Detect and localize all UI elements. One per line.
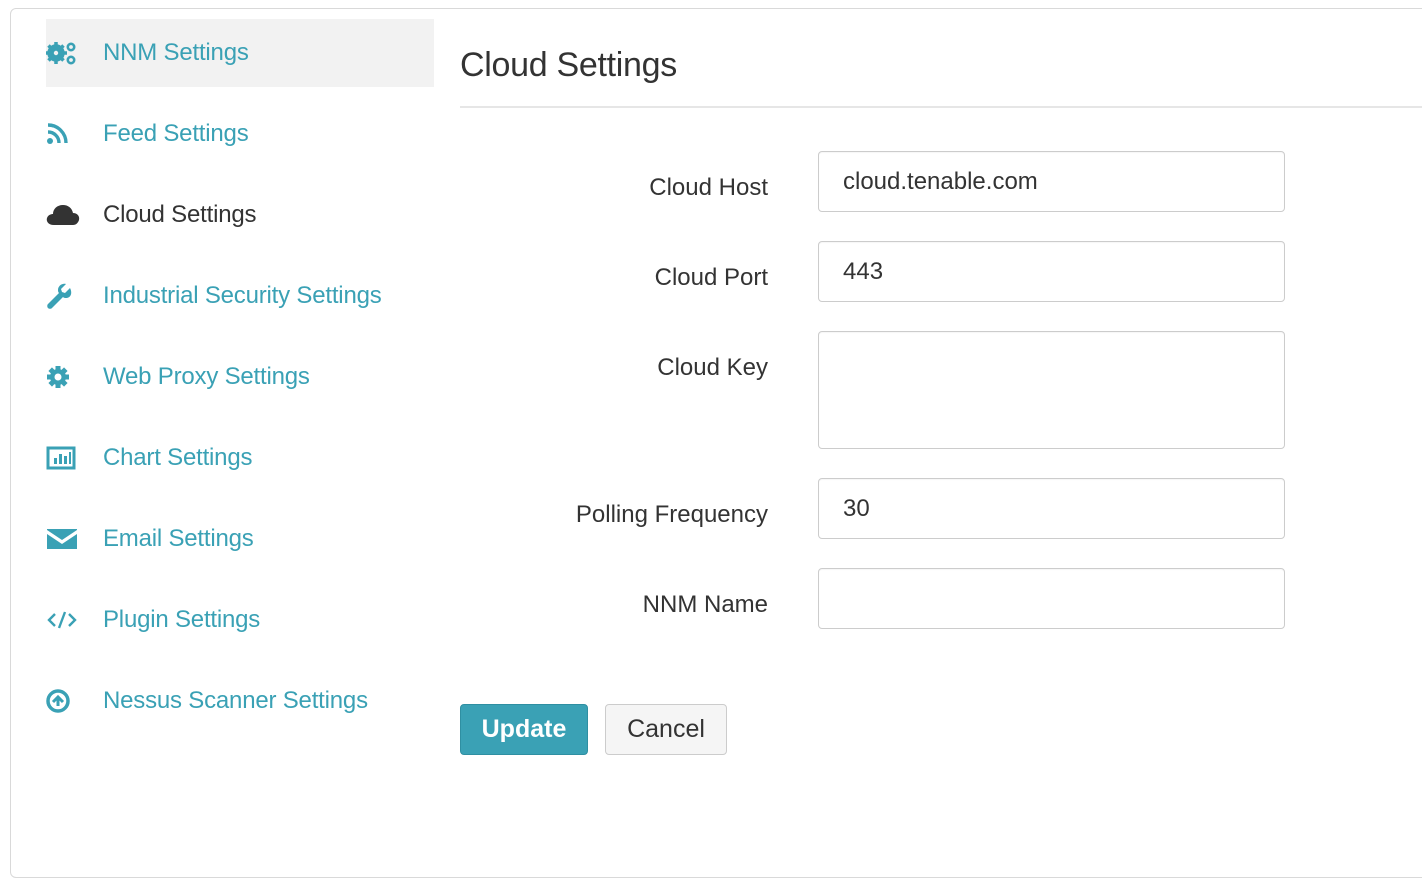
sidebar-item-industrial-security-settings[interactable]: Industrial Security Settings bbox=[46, 262, 434, 330]
sidebar-item-label: Industrial Security Settings bbox=[103, 282, 382, 309]
polling-frequency-input[interactable] bbox=[818, 478, 1285, 539]
sidebar-item-label: NNM Settings bbox=[103, 39, 249, 66]
sidebar-item-nessus-scanner-settings[interactable]: Nessus Scanner Settings bbox=[46, 667, 434, 735]
cloud-host-input[interactable] bbox=[818, 151, 1285, 212]
cloud-key-label: Cloud Key bbox=[657, 354, 768, 381]
sidebar-item-email-settings[interactable]: Email Settings bbox=[46, 505, 434, 573]
title-divider bbox=[460, 106, 1422, 108]
polling-frequency-label: Polling Frequency bbox=[575, 501, 768, 528]
sidebar-item-label: Nessus Scanner Settings bbox=[103, 687, 368, 714]
sidebar-item-label: Email Settings bbox=[103, 525, 254, 552]
envelope-icon bbox=[46, 527, 82, 551]
update-button[interactable]: Update bbox=[460, 704, 588, 755]
rss-icon bbox=[46, 122, 82, 146]
bar-chart-icon bbox=[46, 446, 82, 470]
sidebar-item-chart-settings[interactable]: Chart Settings bbox=[46, 424, 434, 492]
sidebar-item-web-proxy-settings[interactable]: Web Proxy Settings bbox=[46, 343, 434, 411]
nnm-name-label: NNM Name bbox=[642, 591, 768, 618]
cloud-host-label: Cloud Host bbox=[649, 174, 768, 201]
sidebar-item-plugin-settings[interactable]: Plugin Settings bbox=[46, 586, 434, 654]
gears-icon bbox=[46, 41, 82, 65]
sidebar-item-feed-settings[interactable]: Feed Settings bbox=[46, 100, 434, 168]
arrow-circle-up-icon bbox=[46, 689, 82, 713]
cloud-port-label: Cloud Port bbox=[654, 264, 768, 291]
sidebar-item-nnm-settings[interactable]: NNM Settings bbox=[46, 19, 434, 87]
sidebar-item-label: Web Proxy Settings bbox=[103, 363, 310, 390]
sidebar-item-label: Plugin Settings bbox=[103, 606, 261, 633]
code-icon bbox=[46, 608, 82, 632]
cancel-button[interactable]: Cancel bbox=[605, 704, 727, 755]
sidebar-item-label: Cloud Settings bbox=[103, 201, 257, 228]
sidebar-item-cloud-settings[interactable]: Cloud Settings bbox=[46, 181, 434, 249]
sidebar-item-label: Feed Settings bbox=[103, 120, 249, 147]
cloud-port-input[interactable] bbox=[818, 241, 1285, 302]
cloud-icon bbox=[46, 203, 82, 227]
sidebar-item-label: Chart Settings bbox=[103, 444, 253, 471]
wrench-icon bbox=[46, 283, 82, 309]
cloud-key-textarea[interactable] bbox=[818, 331, 1285, 449]
gear-icon bbox=[46, 365, 82, 389]
page-title: Cloud Settings bbox=[460, 46, 677, 84]
nnm-name-input[interactable] bbox=[818, 568, 1285, 629]
